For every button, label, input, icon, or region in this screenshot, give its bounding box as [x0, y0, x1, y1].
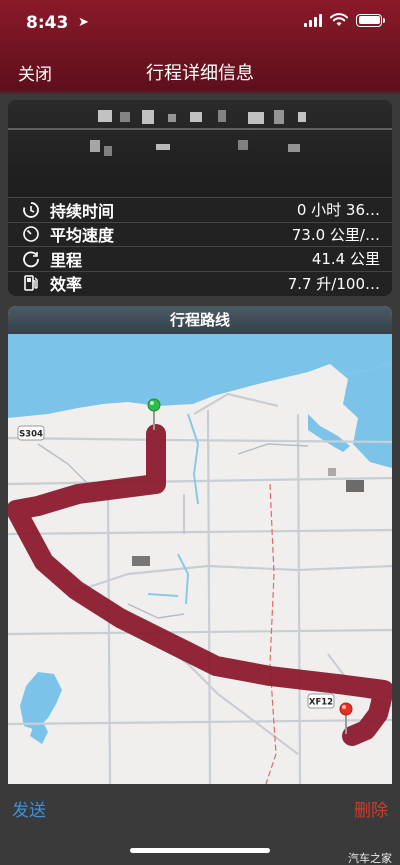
duration-icon: [18, 200, 44, 220]
road-label-s304: S304: [19, 430, 43, 440]
stat-row-duration: 持续时间 0 小时 36…: [8, 197, 392, 222]
stat-value: 73.0 公里/…: [291, 225, 380, 244]
stat-label: 持续时间: [50, 201, 115, 221]
stat-value: 41.4 公里: [311, 250, 380, 269]
route-map[interactable]: S304 XF12: [8, 334, 392, 784]
road-label-xf12: XF12: [309, 698, 333, 708]
cellular-signal-icon: [304, 13, 322, 27]
wifi-icon: [330, 13, 348, 26]
route-address-area: [8, 100, 392, 196]
speedometer-icon: [18, 224, 44, 244]
route-header: 行程路线: [8, 306, 392, 334]
stat-label: 平均速度: [50, 226, 115, 246]
send-button[interactable]: 发送: [12, 796, 46, 821]
trip-stats-list: 持续时间 0 小时 36… 平均速度 73.0 公里/… 里程 41.4 公里: [8, 197, 392, 295]
battery-icon: [356, 13, 385, 27]
status-bar: 8:43 ➤: [0, 0, 400, 44]
status-indicators: [304, 13, 385, 27]
stat-value: 0 小时 36…: [296, 201, 380, 220]
delete-button[interactable]: 删除: [354, 796, 388, 821]
location-arrow-icon: ➤: [78, 15, 89, 30]
page-title: 行程详细信息: [146, 63, 254, 84]
route-card: 行程路线 S304 XF12: [8, 306, 392, 784]
fuel-pump-icon: [18, 273, 44, 293]
bottom-toolbar: 发送 删除 汽车之家: [0, 784, 400, 865]
home-indicator[interactable]: [130, 848, 270, 853]
road-shield-xf12: XF12: [307, 693, 335, 709]
status-time: 8:43: [26, 13, 69, 33]
stat-label: 效率: [50, 275, 83, 295]
watermark: 汽车之家: [348, 852, 392, 865]
stat-row-efficiency: 效率 7.7 升/100…: [8, 270, 392, 296]
stat-label: 里程: [50, 250, 83, 270]
nav-bar: 关闭 行程详细信息: [0, 44, 400, 96]
stat-row-average-speed: 平均速度 73.0 公里/…: [8, 221, 392, 247]
odometer-icon: [18, 249, 44, 269]
trip-detail-screen: 8:43 ➤ 关闭 行程详细信息 持续时间 0 小时 36… 平均速度 73.0…: [0, 0, 400, 865]
stat-value: 7.7 升/100…: [287, 274, 380, 293]
stat-row-distance: 里程 41.4 公里: [8, 246, 392, 271]
trip-info-card: 持续时间 0 小时 36… 平均速度 73.0 公里/… 里程 41.4 公里: [8, 100, 392, 296]
road-shield-s304: S304: [17, 425, 45, 441]
